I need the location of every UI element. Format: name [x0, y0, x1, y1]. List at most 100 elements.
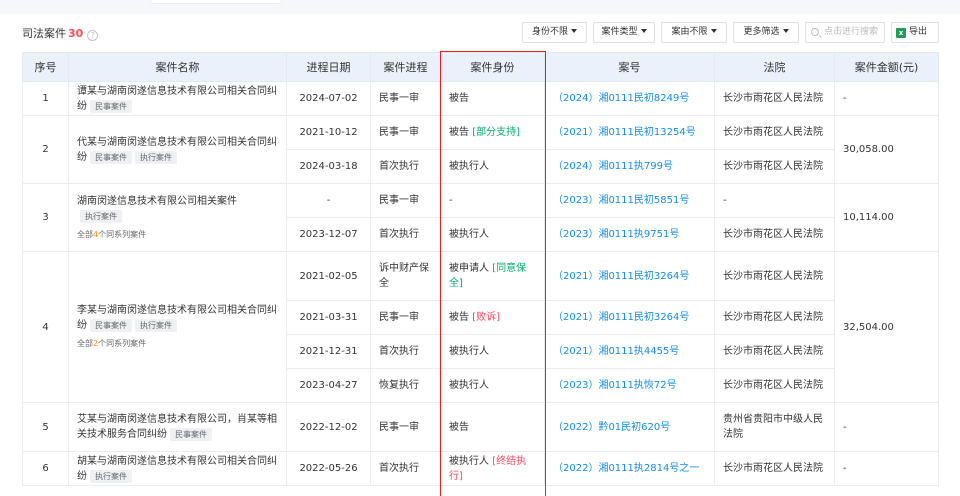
- case-no-cell: （2023）湘0111执9751号: [544, 217, 715, 252]
- series-cases-link[interactable]: 全部4个同系列案件: [77, 227, 278, 242]
- court-cell: 长沙市雨花区人民法院: [714, 149, 835, 184]
- date-cell: 2024-03-18: [286, 149, 371, 184]
- court-name: 长沙市雨花区人民法院: [723, 346, 823, 357]
- case-number-link[interactable]: （2024）湘0111执799号: [553, 161, 673, 172]
- search-input[interactable]: 点击进行搜索: [805, 22, 885, 43]
- case-number-link[interactable]: （2021）湘0111民初13254号: [553, 127, 696, 138]
- col-header-stage: 案件进程: [370, 52, 441, 82]
- row-index: 4: [22, 251, 69, 403]
- role-cell: 被告: [440, 81, 545, 116]
- process-date: 2022-12-02: [299, 421, 358, 433]
- case-number-link[interactable]: （2023）湘0111执恢72号: [553, 380, 677, 391]
- help-icon[interactable]: ?: [87, 30, 99, 41]
- case-tag: 民事案件: [90, 99, 132, 113]
- case-amount: -: [843, 463, 847, 474]
- stage-cell: 诉中财产保全: [370, 251, 441, 301]
- date-cell: 2021-10-12: [286, 115, 371, 150]
- section-title: 司法案件 30?: [22, 25, 99, 41]
- case-number-link[interactable]: （2022）湘0111执2814号之一: [553, 463, 699, 474]
- case-amount: -: [843, 421, 847, 433]
- case-role: 被申请人: [449, 263, 489, 274]
- case-name-cell: 李某与湖南闵遂信息技术有限公司相关合同纠纷 民事案件 执行案件 全部2个同系列案件: [68, 251, 287, 403]
- export-label: 导出: [909, 27, 928, 37]
- case-name-cell: 湖南闵遂信息技术有限公司相关案件执行案件 全部4个同系列案件: [68, 183, 287, 252]
- case-amount: 32,504.00: [843, 321, 894, 333]
- case-tag: 民事案件: [170, 428, 212, 441]
- process-stage: 民事一审: [379, 127, 419, 138]
- court-cell: 长沙市雨花区人民法院: [714, 251, 835, 301]
- case-name-cell: 艾某与湖南闵遂信息技术有限公司，肖某等相关技术服务合同纠纷 民事案件: [68, 402, 287, 452]
- court-cell: 长沙市雨花区人民法院: [714, 300, 835, 335]
- stage-cell: 首次执行: [370, 217, 441, 252]
- role-status: [部分支持]: [472, 127, 520, 138]
- case-type-dropdown[interactable]: 案件类型: [593, 22, 655, 43]
- top-tab-bar: [0, 0, 960, 14]
- table-row: 1 谭某与湖南闵遂信息技术有限公司相关合同纠纷 民事案件 2024-07-02 民事一审…: [22, 81, 939, 116]
- search-icon: [811, 28, 819, 36]
- amount-cell: 10,114.00: [834, 183, 939, 252]
- series-suffix: 个同系列案件: [98, 339, 147, 348]
- court-cell: 长沙市雨花区人民法院: [714, 217, 835, 252]
- process-date: 2022-05-26: [299, 463, 358, 474]
- case-number-link[interactable]: （2022）黔01民初620号: [553, 422, 670, 433]
- amount-cell: -: [834, 451, 939, 486]
- case-number-link[interactable]: （2021）湘0111执4455号: [553, 346, 679, 357]
- case-number-link[interactable]: （2021）湘0111民初3264号: [553, 312, 689, 323]
- case-number-link[interactable]: （2023）湘0111民初5851号: [553, 195, 689, 206]
- case-role: 被告: [449, 421, 469, 433]
- chevron-down-icon: [782, 29, 789, 33]
- court-cell: 长沙市雨花区人民法院: [714, 81, 835, 116]
- court-name: 长沙市雨花区人民法院: [723, 127, 823, 138]
- export-button[interactable]: x 导出: [891, 22, 939, 43]
- case-number-link[interactable]: （2024）湘0111民初8249号: [553, 93, 689, 104]
- amount-cell: 32,504.00: [834, 251, 939, 403]
- court-cell: 长沙市雨花区人民法院: [714, 368, 835, 403]
- role-cell: 被执行人: [440, 334, 545, 369]
- process-date: 2023-04-27: [299, 380, 358, 391]
- stage-cell: 民事一审: [370, 81, 441, 116]
- more-filter-label: 更多筛选: [743, 27, 780, 37]
- excel-icon: x: [896, 28, 906, 38]
- chevron-down-icon: [571, 29, 577, 33]
- series-cases-link[interactable]: 全部2个同系列案件: [77, 336, 278, 351]
- stage-cell: 首次执行: [370, 451, 441, 486]
- row-index-value: 3: [42, 212, 49, 223]
- case-name-cell: 胡某与湖南闵遂信息技术有限公司相关合同纠纷 执行案件: [68, 451, 287, 486]
- process-stage: 民事一审: [379, 195, 419, 206]
- date-cell: 2021-02-05: [286, 251, 371, 301]
- search-placeholder: 点击进行搜索: [824, 27, 879, 37]
- table-row: 3 湖南闵遂信息技术有限公司相关案件执行案件 全部4个同系列案件 - 民事一审 - （20…: [22, 183, 939, 252]
- process-stage: 诉中财产保全: [379, 263, 429, 289]
- date-cell: 2022-12-02: [286, 402, 371, 452]
- case-role: 被执行人: [449, 346, 489, 357]
- process-date: 2024-07-02: [299, 93, 358, 104]
- case-tag: 民事案件: [90, 150, 132, 164]
- stage-cell: 首次执行: [370, 149, 441, 184]
- case-tag: 执行案件: [90, 469, 132, 483]
- col-header-date: 进程日期: [286, 52, 371, 82]
- stage-cell: 民事一审: [370, 183, 441, 218]
- table-header-row: 序号 案件名称 进程日期 案件进程 案件身份 案号 法院 案件金额(元): [22, 52, 939, 82]
- case-number-link[interactable]: （2023）湘0111执9751号: [553, 229, 679, 240]
- case-no-cell: （2024）湘0111执799号: [544, 149, 715, 184]
- role-filter-dropdown[interactable]: 身份不限: [522, 22, 587, 43]
- more-filter-dropdown[interactable]: 更多筛选: [733, 22, 799, 43]
- case-role: 被执行人: [449, 380, 489, 391]
- case-no-cell: （2023）湘0111执恢72号: [544, 368, 715, 403]
- case-role: 被执行人: [449, 161, 489, 172]
- row-index-value: 1: [42, 93, 49, 104]
- case-name-link[interactable]: 湖南闵遂信息技术有限公司相关案件: [77, 196, 237, 207]
- section-title-label: 司法案件: [22, 27, 66, 40]
- case-number-link[interactable]: （2021）湘0111民初3264号: [553, 271, 689, 282]
- chevron-down-icon: [640, 29, 647, 33]
- court-cell: 长沙市雨花区人民法院: [714, 451, 835, 486]
- court-name: 贵州省贵阳市中级人民法院: [723, 414, 823, 440]
- process-stage: 首次执行: [379, 463, 419, 474]
- active-tab-stub[interactable]: [150, 0, 282, 4]
- date-cell: 2021-12-31: [286, 334, 371, 369]
- process-stage: 恢复执行: [379, 380, 419, 391]
- process-date: 2023-12-07: [299, 229, 358, 240]
- col-header-index: 序号: [22, 52, 69, 82]
- case-role: 被告: [449, 93, 469, 104]
- cause-filter-dropdown[interactable]: 案由不限: [661, 22, 727, 43]
